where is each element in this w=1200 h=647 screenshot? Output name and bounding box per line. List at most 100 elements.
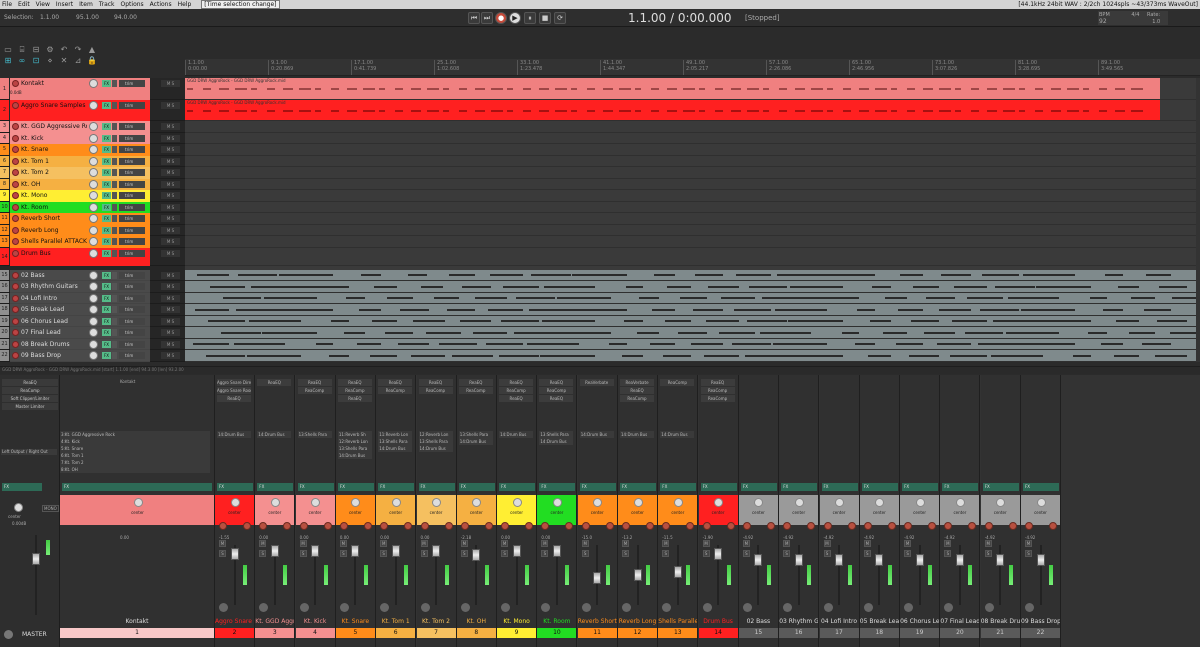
pan-area[interactable]: center <box>940 495 980 525</box>
monitor-button[interactable] <box>726 522 735 530</box>
track-row[interactable]: 15 02 Bass FX trim M S <box>0 269 185 281</box>
track-name[interactable]: 03 Rhythm Guitars <box>10 283 87 291</box>
envelope-button[interactable]: trim <box>119 329 145 336</box>
mute-solo-buttons[interactable]: M S <box>161 80 180 87</box>
mute-button[interactable]: M <box>501 540 509 547</box>
vertical-scrollbar[interactable] <box>1196 78 1200 362</box>
track-number[interactable]: 19 <box>0 315 9 326</box>
track-row[interactable]: 3 Kt. GGD Aggressive Rock FX trim M S <box>0 121 185 133</box>
send-slot[interactable]: 14:Drum Bus <box>660 431 695 438</box>
track-row[interactable]: 7 Kt. Tom 2 FX trim M S <box>0 167 185 179</box>
fx-button[interactable]: FX <box>337 483 374 491</box>
mute-button[interactable]: M <box>904 540 912 547</box>
loop-button[interactable]: ⟳ <box>554 12 566 24</box>
fx-slot[interactable]: ReaComp <box>620 395 654 402</box>
pan-knob[interactable] <box>996 498 1006 507</box>
solo-button[interactable]: S <box>662 550 670 557</box>
volume-fader[interactable] <box>391 545 400 557</box>
monitor-button[interactable] <box>887 522 896 530</box>
track-name[interactable]: Kt. Tom 1 <box>10 158 87 166</box>
record-arm-button[interactable] <box>984 522 993 530</box>
solo-button[interactable]: S <box>541 550 549 557</box>
io-routing-icon[interactable] <box>299 603 309 612</box>
master-fader[interactable] <box>32 553 40 565</box>
pan-control[interactable] <box>112 102 117 109</box>
track-number[interactable]: 12 <box>0 224 9 235</box>
tempo-panel[interactable]: BPM 4/4 Rate: 92 1.0 <box>1098 11 1168 25</box>
fx-button[interactable]: FX <box>102 192 111 199</box>
fx-button[interactable]: FX <box>102 80 111 87</box>
track-lane[interactable] <box>185 292 1196 304</box>
master-fx-slot[interactable]: ReaComp <box>2 387 58 394</box>
fx-button[interactable]: FX <box>458 483 495 491</box>
envelope-button[interactable]: trim <box>119 294 145 302</box>
mute-solo-buttons[interactable]: M S <box>161 203 180 211</box>
monitor-button[interactable] <box>283 522 292 530</box>
io-routing-icon[interactable] <box>944 603 954 612</box>
send-slot[interactable]: 12:Reverb Lon <box>418 431 453 438</box>
send-slot[interactable]: 14:Drum Bus <box>257 431 292 438</box>
media-item[interactable] <box>185 304 1196 315</box>
track-row[interactable]: 10 Kt. Room FX trim M S <box>0 201 185 213</box>
volume-knob[interactable] <box>89 101 98 110</box>
volume-knob[interactable] <box>89 156 98 166</box>
record-arm-button[interactable] <box>501 522 510 530</box>
record-arm-button[interactable] <box>904 522 913 530</box>
volume-fader[interactable] <box>311 545 320 557</box>
fx-button[interactable]: FX <box>102 226 111 234</box>
volume-fader[interactable] <box>552 545 561 557</box>
monitor-button[interactable] <box>605 522 614 530</box>
volume-knob[interactable] <box>89 270 98 280</box>
mute-solo-buttons[interactable]: M S <box>161 329 180 336</box>
track-row[interactable]: 9 Kt. Mono FX trim M S <box>0 190 185 202</box>
monitor-button[interactable] <box>847 522 856 530</box>
envelope-button[interactable]: trim <box>119 271 145 279</box>
pan-knob[interactable] <box>593 498 603 507</box>
envelope-button[interactable]: trim <box>119 102 145 109</box>
fx-slot[interactable]: ReaEQ <box>499 395 534 402</box>
media-item[interactable] <box>185 338 1196 349</box>
item-grouping-icon[interactable]: ⊡ <box>31 56 41 65</box>
volume-knob[interactable] <box>89 328 98 337</box>
track-lane[interactable] <box>185 304 1196 316</box>
track-number[interactable]: 15 <box>0 269 9 280</box>
mute-solo-buttons[interactable]: M S <box>161 123 180 130</box>
volume-fader[interactable] <box>472 548 481 561</box>
mute-solo-buttons[interactable]: M S <box>161 306 180 313</box>
fx-slot[interactable]: ReaEQ <box>378 379 413 386</box>
monitor-button[interactable] <box>766 522 775 530</box>
master-fx-slot[interactable]: Master Limiter <box>2 403 58 410</box>
envelope-button[interactable]: trim <box>119 352 145 359</box>
solo-button[interactable]: S <box>219 550 226 557</box>
mute-button[interactable]: M <box>420 540 428 547</box>
track-number[interactable]: 14 <box>0 247 9 265</box>
volume-fader[interactable] <box>714 548 723 561</box>
audio-device-info[interactable]: [44.1kHz 24bit WAV : 2/2ch 1024spls ~43/… <box>1018 1 1198 8</box>
send-slot[interactable]: 3:Kt. GGD Aggressive Rock <box>60 431 210 438</box>
media-item[interactable] <box>185 269 1196 280</box>
time-display[interactable]: 1.1.00 / 0:00.000 <box>628 11 732 25</box>
send-slot[interactable]: 7:Kt. Tom 2 <box>60 459 210 466</box>
send-slot[interactable]: 4:Kt. Kick <box>60 438 210 445</box>
volume-knob[interactable] <box>89 214 98 223</box>
monitor-button[interactable] <box>525 522 534 530</box>
fx-button[interactable]: FX <box>102 146 111 153</box>
solo-button[interactable]: S <box>420 550 428 557</box>
volume-fader[interactable] <box>593 572 602 584</box>
solo-button[interactable]: S <box>380 550 388 557</box>
go-to-start-button[interactable]: ⏮ <box>468 12 480 24</box>
volume-knob[interactable] <box>89 179 98 189</box>
io-routing-icon[interactable] <box>219 603 228 612</box>
track-row[interactable]: 18 05 Break Lead FX trim M S <box>0 304 185 316</box>
master-fx-button[interactable]: FX <box>2 483 42 491</box>
pan-knob[interactable] <box>673 498 683 507</box>
envelope-button[interactable]: trim <box>119 226 145 234</box>
solo-button[interactable]: S <box>299 550 307 557</box>
envelope-button[interactable]: trim <box>119 306 145 313</box>
pan-control[interactable] <box>112 271 117 279</box>
io-routing-icon[interactable] <box>622 603 631 612</box>
pan-area[interactable]: center <box>456 495 496 525</box>
fx-button[interactable]: FX <box>102 180 111 188</box>
fx-slot[interactable]: ReaEQ <box>337 395 372 402</box>
track-name[interactable]: Drum Bus <box>10 250 87 258</box>
